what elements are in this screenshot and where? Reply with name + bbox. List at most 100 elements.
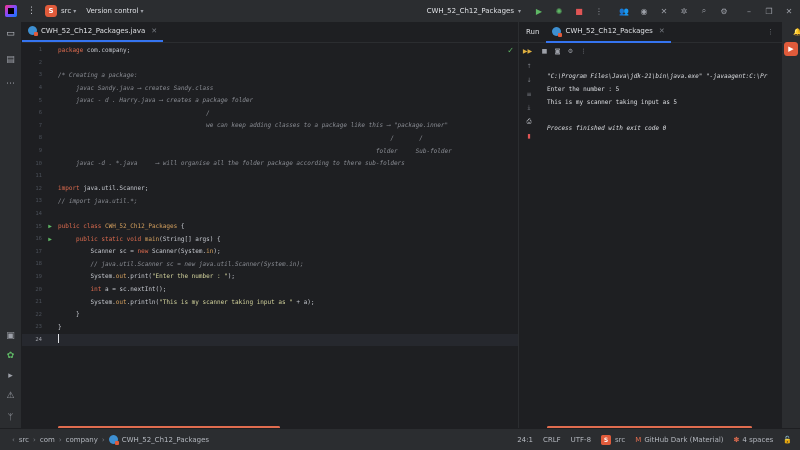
gutter-run-icon[interactable]: ▶ <box>42 236 58 243</box>
project-selector[interactable]: src <box>61 7 71 15</box>
code-line[interactable]: 7 we can keep adding classes to a packag… <box>22 120 518 133</box>
code-text: System.out.println("This is my scanner t… <box>58 298 315 306</box>
more-options-icon[interactable]: ⋮ <box>767 28 774 36</box>
code-line[interactable]: 15 ▶ public class CWH_52_Ch12_Packages { <box>22 220 518 233</box>
close-icon[interactable]: ✕ <box>784 6 794 16</box>
gutter-run-icon[interactable]: ▶ <box>42 223 58 230</box>
run-config-selector[interactable]: CWH_52_Ch12_Packages <box>427 7 514 15</box>
code-line[interactable]: 9 folder Sub-folder <box>22 145 518 158</box>
code-line[interactable]: 8 / / <box>22 132 518 145</box>
code-line[interactable]: 6 / <box>22 107 518 120</box>
code-line[interactable]: 12 import java.util.Scanner; <box>22 183 518 196</box>
code-line[interactable]: 22 } <box>22 308 518 321</box>
code-line[interactable]: 1 package com.company; <box>22 44 518 57</box>
screenshot-icon[interactable]: ◙ <box>553 47 562 56</box>
copilot-icon[interactable]: ◉ <box>639 6 649 16</box>
stop-icon[interactable]: ■ <box>574 6 584 16</box>
intellij-logo-icon[interactable] <box>5 5 17 17</box>
run-tab-label: CWH_52_Ch12_Packages <box>565 27 653 35</box>
main-menu-icon[interactable]: ⋮ <box>27 6 36 16</box>
notifications-icon[interactable]: ▣ <box>5 330 16 341</box>
breadcrumb-chevron-icon: ‹ <box>12 435 15 444</box>
debug-icon[interactable]: ✺ <box>554 6 564 16</box>
line-separator[interactable]: CRLF <box>543 436 561 444</box>
code-line[interactable]: 23} <box>22 321 518 334</box>
clear-console-icon[interactable]: ▮ <box>525 132 533 140</box>
indent-widget[interactable]: ✽ 4 spaces <box>734 436 774 444</box>
scroll-to-end-icon[interactable]: ⤓ <box>525 104 533 112</box>
editor-tab-bar: CWH_52_Ch12_Packages.java ✕ <box>22 22 518 43</box>
breadcrumb-item[interactable]: CWH_52_Ch12_Packages <box>122 436 209 444</box>
scroll-down-icon[interactable]: ↓ <box>525 76 533 84</box>
code-text: javac Sandy.java ⟶ creates Sandy.class <box>58 84 214 92</box>
console-output[interactable]: "C:\Program Files\Java\jdk-21\bin\java.e… <box>547 70 783 135</box>
more-icon[interactable]: ⋮ <box>579 47 588 56</box>
minimize-icon[interactable]: – <box>744 6 754 16</box>
file-encoding[interactable]: UTF-8 <box>571 436 591 444</box>
project-view-icon[interactable]: ▭ <box>5 28 16 39</box>
lock-icon[interactable]: 🔓 <box>783 436 792 444</box>
code-line[interactable]: 21 System.out.println("This is my scanne… <box>22 296 518 309</box>
scroll-up-icon[interactable]: ↑ <box>525 62 533 70</box>
code-line[interactable]: 17 Scanner sc = new Scanner(System.in); <box>22 246 518 259</box>
project-widget[interactable]: S src <box>601 435 625 445</box>
code-line[interactable]: 19 System.out.print("Enter the number : … <box>22 271 518 284</box>
code-line[interactable]: 5 javac - d . Harry.java ⟶ creates a pac… <box>22 94 518 107</box>
project-badge[interactable]: S <box>45 5 57 17</box>
code-line[interactable]: 14 <box>22 208 518 221</box>
services-icon[interactable]: ✿ <box>5 350 16 361</box>
run-tab[interactable]: CWH_52_Ch12_Packages ✕ <box>546 22 671 43</box>
terminal-icon[interactable]: ▸ <box>5 370 16 381</box>
ai-assistant-icon[interactable]: ✲ <box>679 6 689 16</box>
line-number: 19 <box>35 273 42 280</box>
soft-wrap-icon[interactable]: ≡ <box>525 90 533 98</box>
run-tool-icon[interactable]: ▶ <box>784 42 798 56</box>
line-number: 21 <box>35 299 42 306</box>
vcs-selector[interactable]: Version control <box>86 7 138 15</box>
code-line[interactable]: 24 <box>22 333 518 347</box>
notifications-bell-icon[interactable]: 🔔 <box>793 28 800 36</box>
line-number: 24 <box>35 336 42 343</box>
chevron-down-icon[interactable]: ▾ <box>73 8 76 15</box>
caret-position[interactable]: 24:1 <box>517 436 533 444</box>
problems-icon[interactable]: ⚠ <box>5 390 16 401</box>
code-line[interactable]: 3 /* Creating a package: <box>22 69 518 82</box>
console-line: "C:\Program Files\Java\jdk-21\bin\java.e… <box>547 73 768 80</box>
rerun-icon[interactable]: ▶▶ <box>523 47 532 56</box>
code-area[interactable]: 1 package com.company; 2 3/* Creating a pac… <box>22 44 518 347</box>
settings-gear-icon[interactable]: ⚙ <box>719 6 729 16</box>
code-line[interactable]: 13 // import java.util.*; <box>22 195 518 208</box>
close-tab-icon[interactable]: ✕ <box>659 27 665 35</box>
search-icon[interactable]: ⌕ <box>699 6 709 16</box>
more-tools-icon[interactable]: ⋯ <box>5 78 16 89</box>
editor-tab[interactable]: CWH_52_Ch12_Packages.java ✕ <box>22 21 164 42</box>
run-icon[interactable]: ▶ <box>534 6 544 16</box>
print-icon[interactable]: ⎙ <box>525 118 533 126</box>
code-line[interactable]: 16 ▶ public static void main(String[] arg… <box>22 233 518 246</box>
chevron-down-icon[interactable]: ▾ <box>140 8 143 15</box>
line-number: 18 <box>35 261 42 268</box>
breadcrumb-item[interactable]: com <box>40 436 55 444</box>
breadcrumb-item[interactable]: src <box>19 436 29 444</box>
chevron-down-icon[interactable]: ▾ <box>518 8 521 15</box>
restore-icon[interactable]: ❐ <box>764 6 774 16</box>
more-actions-icon[interactable]: ⋮ <box>594 6 604 16</box>
breadcrumb-item[interactable]: company <box>66 436 98 444</box>
code-line[interactable]: 11 <box>22 170 518 183</box>
line-number: 17 <box>35 248 42 255</box>
theme-widget[interactable]: M GitHub Dark (Material) <box>635 436 723 444</box>
git-branch-icon[interactable]: ᛘ <box>5 412 16 423</box>
title-bar: ⋮ S src ▾ Version control ▾ CWH_52_Ch12_… <box>0 0 800 22</box>
code-line[interactable]: 18 // java.util.Scanner sc = new java.ut… <box>22 258 518 271</box>
structure-icon[interactable]: ▤ <box>5 54 16 65</box>
close-tab-icon[interactable]: ✕ <box>151 27 157 35</box>
settings-icon[interactable]: ⚙ <box>566 47 575 56</box>
line-number: 4 <box>38 85 42 92</box>
build-tools-icon[interactable]: ✕ <box>659 6 669 16</box>
code-line[interactable]: 4 javac Sandy.java ⟶ creates Sandy.class <box>22 82 518 95</box>
code-line[interactable]: 20 int a = sc.nextInt(); <box>22 283 518 296</box>
code-with-me-icon[interactable]: 👥 <box>619 6 629 16</box>
code-line[interactable]: 2 <box>22 57 518 70</box>
stop-icon[interactable]: ■ <box>540 47 549 56</box>
code-line[interactable]: 10 javac -d . *.java ⟶ will organise all… <box>22 157 518 170</box>
